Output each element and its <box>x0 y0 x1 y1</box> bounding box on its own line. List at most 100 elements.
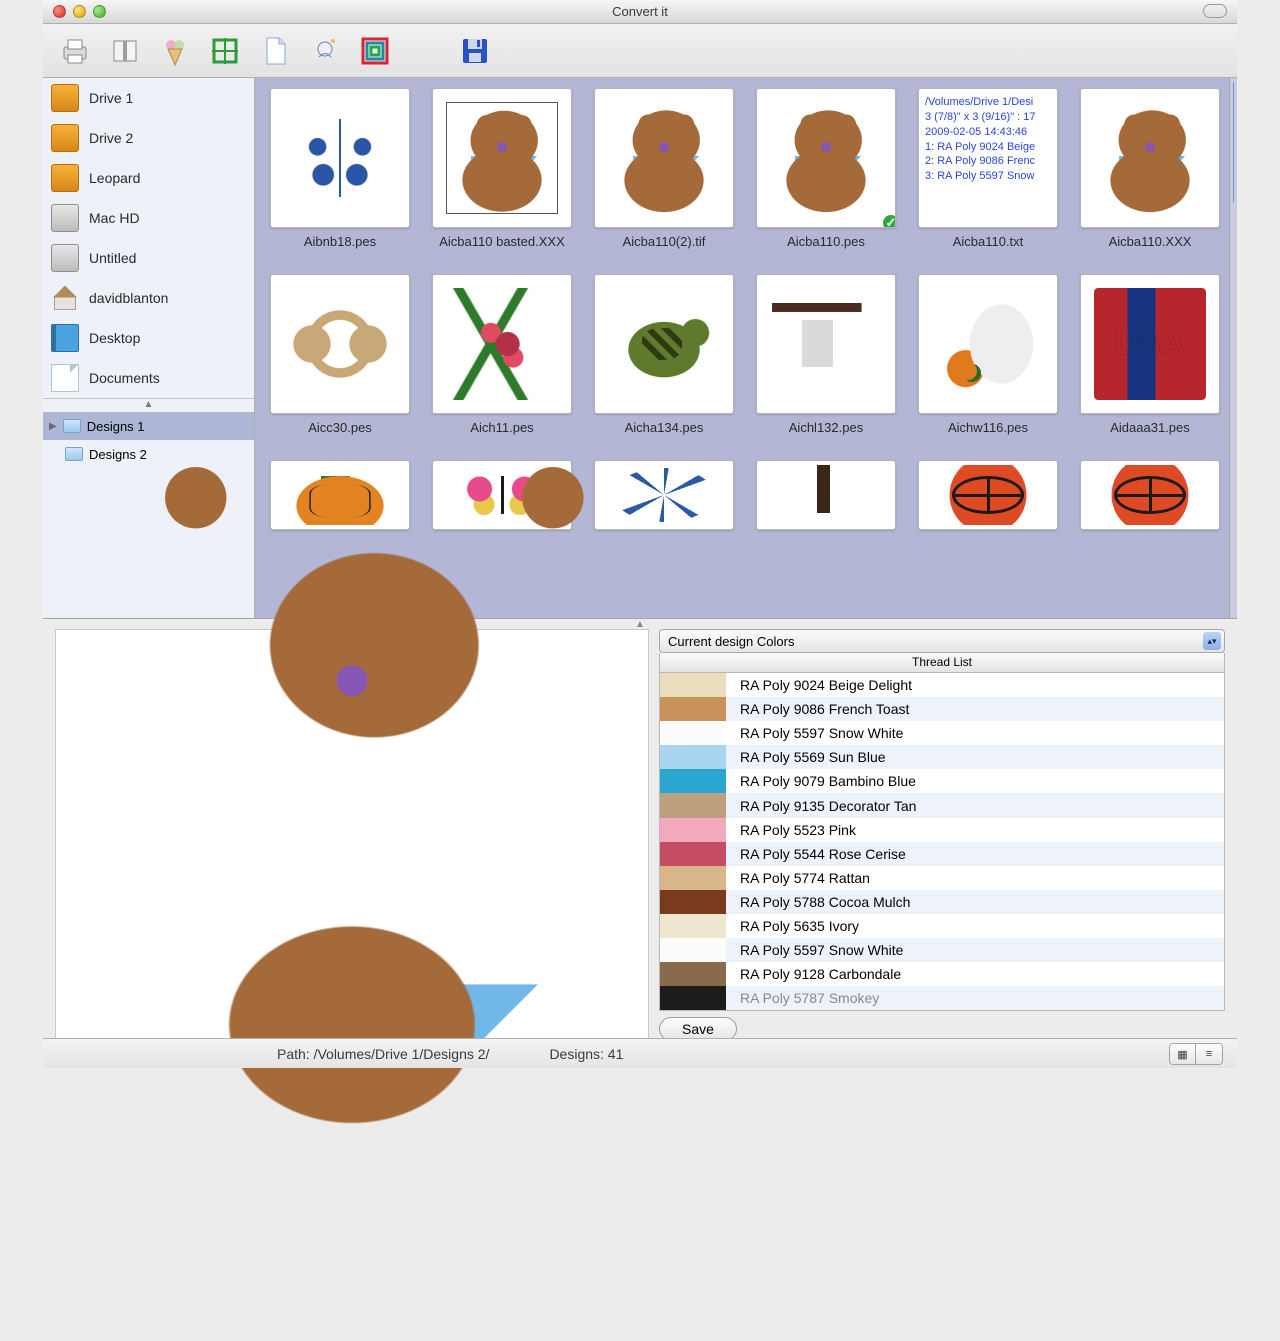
toolbar-pill-icon[interactable] <box>1203 4 1227 18</box>
drive-icon <box>51 204 79 232</box>
window-title: Convert it <box>43 4 1237 19</box>
drive-item[interactable]: Leopard <box>43 158 254 198</box>
spiral-icon[interactable] <box>355 31 395 71</box>
drive-label: Mac HD <box>89 210 140 226</box>
grid-filename: Aicba110.XXX <box>1109 234 1192 249</box>
icecream-icon[interactable] <box>155 31 195 71</box>
grid-thumb <box>1080 274 1220 414</box>
status-bar: Path: /Volumes/Drive 1/Designs 2/ Design… <box>43 1038 1237 1068</box>
grid-cell[interactable]: Aichw116.pes <box>913 274 1063 450</box>
grid-cell[interactable]: Aidaaa31.pes <box>1075 274 1225 450</box>
thread-label: RA Poly 9128 Carbondale <box>726 966 901 982</box>
grid-thumb <box>432 88 572 228</box>
grid-view-icon[interactable]: ▦ <box>1170 1044 1196 1064</box>
grid-filename: Aicba110.txt <box>953 234 1024 249</box>
thread-swatch <box>660 673 726 697</box>
thread-row[interactable]: RA Poly 5523 Pink <box>660 818 1224 842</box>
thread-row[interactable]: RA Poly 9135 Decorator Tan <box>660 793 1224 817</box>
grid-cell[interactable]: Aicba110(2).tif <box>589 88 739 264</box>
thread-row[interactable]: RA Poly 5774 Rattan <box>660 866 1224 890</box>
wizard-icon[interactable] <box>305 31 345 71</box>
color-mode-select[interactable]: Current design Colors ▴▾ <box>659 629 1225 653</box>
thread-label: RA Poly 9079 Bambino Blue <box>726 773 916 789</box>
thread-swatch <box>660 697 726 721</box>
thread-swatch <box>660 962 726 986</box>
thread-swatch <box>660 769 726 793</box>
dropdown-arrows-icon: ▴▾ <box>1203 632 1221 650</box>
grid-scrollbar[interactable] <box>1229 78 1237 618</box>
hoop-icon[interactable] <box>205 31 245 71</box>
save-disk-icon[interactable] <box>455 31 495 71</box>
detail-panel: ▲ Current design Colors ▴▾ Thread List R… <box>43 618 1237 1038</box>
thread-swatch <box>660 866 726 890</box>
view-mode-toggle[interactable]: ▦ ≡ <box>1169 1043 1223 1065</box>
grid-thumb-text: /Volumes/Drive 1/Desi3 (7/8)" x 3 (9/16)… <box>918 88 1058 228</box>
thread-label: RA Poly 5788 Cocoa Mulch <box>726 894 910 910</box>
list-view-icon[interactable]: ≡ <box>1196 1044 1222 1064</box>
thread-row[interactable]: RA Poly 5569 Sun Blue <box>660 745 1224 769</box>
thread-row[interactable]: RA Poly 5597 Snow White <box>660 938 1224 962</box>
status-path: Path: /Volumes/Drive 1/Designs 2/ <box>277 1046 489 1062</box>
thread-row[interactable]: RA Poly 9079 Bambino Blue <box>660 769 1224 793</box>
thread-row[interactable]: RA Poly 9024 Beige Delight <box>660 673 1224 697</box>
grid-cell[interactable]: Aibnb18.pes <box>265 88 415 264</box>
print-button[interactable] <box>55 31 95 71</box>
grid-thumb: ✓ <box>756 88 896 228</box>
thread-swatch <box>660 914 726 938</box>
thread-swatch <box>660 793 726 817</box>
thread-label: RA Poly 5544 Rose Cerise <box>726 846 906 862</box>
status-count: Designs: 41 <box>549 1046 623 1062</box>
drive-item[interactable]: Drive 1 <box>43 78 254 118</box>
thread-label: RA Poly 9024 Beige Delight <box>726 677 912 693</box>
drive-label: Leopard <box>89 170 140 186</box>
drive-icon <box>51 84 79 112</box>
drive-label: Drive 1 <box>89 90 133 106</box>
drive-label: Untitled <box>89 250 136 266</box>
color-mode-label: Current design Colors <box>668 634 794 649</box>
thread-swatch <box>660 842 726 866</box>
grid-cell[interactable]: /Volumes/Drive 1/Desi3 (7/8)" x 3 (9/16)… <box>913 88 1063 264</box>
grid-cell[interactable]: Aicba110 basted.XXX <box>427 88 577 264</box>
bear-icon <box>770 102 882 214</box>
grid-thumb <box>594 88 734 228</box>
bear-icon <box>608 102 720 214</box>
thread-row[interactable]: RA Poly 5788 Cocoa Mulch <box>660 890 1224 914</box>
design-preview <box>55 629 649 1041</box>
grid-filename: Aicba110 basted.XXX <box>439 234 565 249</box>
thread-row[interactable]: RA Poly 5544 Rose Cerise <box>660 842 1224 866</box>
grid-filename: Aichw116.pes <box>948 420 1028 435</box>
thread-label: RA Poly 5787 Smokey <box>726 990 879 1006</box>
thread-swatch <box>660 721 726 745</box>
grid-cell[interactable] <box>1075 460 1225 618</box>
ghost-icon <box>932 288 1044 400</box>
thread-label: RA Poly 5569 Sun Blue <box>726 749 886 765</box>
new-page-icon[interactable] <box>255 31 295 71</box>
thread-row[interactable]: RA Poly 9086 French Toast <box>660 697 1224 721</box>
grid-thumb <box>1080 460 1220 530</box>
thread-list[interactable]: RA Poly 9024 Beige Delight RA Poly 9086 F… <box>659 673 1225 1011</box>
grid-cell[interactable]: Aicba110.XXX <box>1075 88 1225 264</box>
drive-item[interactable]: Untitled <box>43 238 254 278</box>
drive-icon <box>51 124 79 152</box>
drive-item[interactable]: Mac HD <box>43 198 254 238</box>
thread-label: RA Poly 9135 Decorator Tan <box>726 798 916 814</box>
bear-icon <box>446 102 558 214</box>
bball-icon <box>932 465 1044 525</box>
check-badge-icon: ✓ <box>881 213 896 228</box>
thread-row[interactable]: RA Poly 5597 Snow White <box>660 721 1224 745</box>
grid-thumb <box>918 274 1058 414</box>
grid-filename: Aicba110.pes <box>787 234 865 249</box>
drive-item[interactable]: Drive 2 <box>43 118 254 158</box>
panel-toggle-button[interactable] <box>105 31 145 71</box>
grid-cell[interactable] <box>913 460 1063 618</box>
titlebar: Convert it <box>43 0 1237 24</box>
thread-swatch <box>660 890 726 914</box>
bball-icon <box>1094 465 1206 525</box>
thread-row[interactable]: RA Poly 9128 Carbondale <box>660 962 1224 986</box>
drive-icon <box>51 164 79 192</box>
thread-row[interactable]: RA Poly 5635 Ivory <box>660 914 1224 938</box>
grid-filename: Aibnb18.pes <box>304 234 376 249</box>
thread-swatch <box>660 745 726 769</box>
thread-row[interactable]: RA Poly 5787 Smokey <box>660 986 1224 1010</box>
grid-cell[interactable]: ✓ Aicba110.pes <box>751 88 901 264</box>
